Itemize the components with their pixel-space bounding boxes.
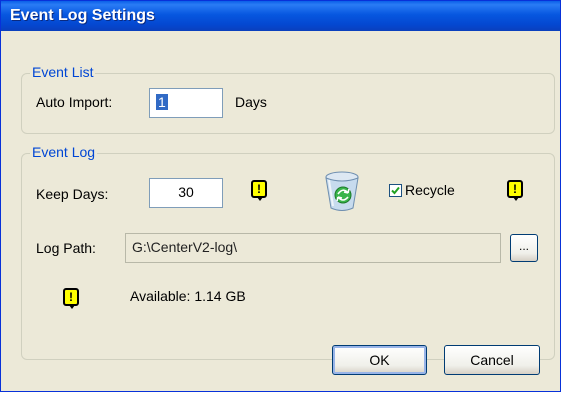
auto-import-value: 1 (156, 94, 168, 110)
cancel-button[interactable]: Cancel (444, 345, 540, 375)
keep-days-label: Keep Days: (36, 186, 109, 202)
auto-import-input[interactable]: 1 (149, 88, 223, 118)
ok-button[interactable]: OK (332, 345, 427, 375)
window-title: Event Log Settings (10, 7, 155, 24)
log-path-field[interactable]: G:\CenterV2-log\ (125, 233, 501, 263)
recycle-checkbox[interactable] (389, 184, 402, 197)
checkmark-icon (391, 186, 400, 195)
recycle-bin-icon (325, 171, 359, 211)
warning-icon: ! (63, 288, 79, 309)
dialog-client-area: Event List Auto Import: 1 Days Event Log… (5, 31, 556, 387)
log-path-value: G:\CenterV2-log\ (132, 239, 238, 255)
recycle-label: Recycle (405, 182, 455, 198)
available-space-text: Available: 1.14 GB (130, 288, 246, 304)
keep-days-input[interactable]: 30 (149, 178, 223, 208)
event-list-group-label: Event List (30, 64, 96, 80)
days-label: Days (235, 94, 267, 110)
event-log-group: Event Log Keep Days: 30 ! Recycle ! Log … (21, 144, 555, 360)
keep-days-value: 30 (178, 184, 194, 200)
browse-button[interactable]: ... (510, 234, 538, 262)
dialog-window: Event Log Settings Event List Auto Impor… (0, 0, 561, 392)
log-path-label: Log Path: (36, 240, 96, 256)
event-log-group-label: Event Log (30, 144, 98, 160)
auto-import-label: Auto Import: (36, 94, 113, 110)
warning-icon: ! (507, 180, 523, 201)
warning-icon: ! (251, 180, 267, 201)
event-list-group: Event List Auto Import: 1 Days (21, 64, 555, 134)
title-bar[interactable]: Event Log Settings (1, 1, 560, 31)
